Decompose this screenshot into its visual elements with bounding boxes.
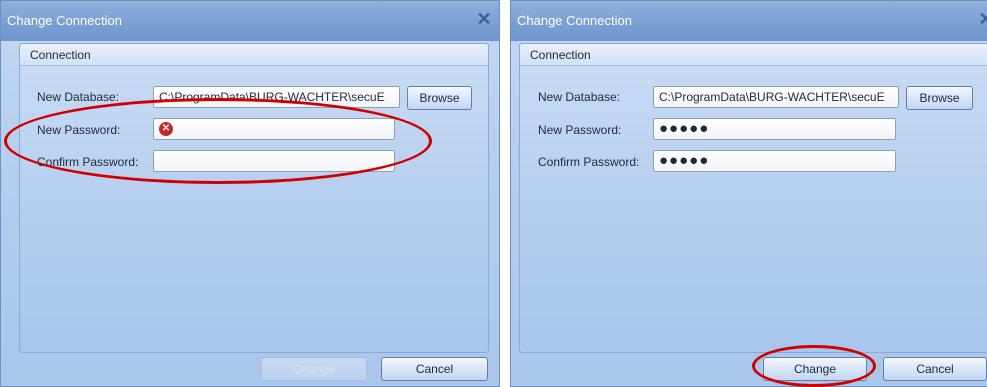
browse-button[interactable]: Browse [407,86,472,110]
window-title: Change Connection [7,13,122,28]
window-title: Change Connection [517,13,632,28]
confirm-password-field[interactable]: ●●●●● [653,150,896,172]
group-title: Connection [530,48,591,62]
browse-button[interactable]: Browse [906,86,973,110]
new-database-field[interactable]: C:\ProgramData\BURG-WACHTER\secuE [653,86,899,108]
title-bar[interactable]: Change Connection ✕ [511,1,987,41]
title-bar[interactable]: Change Connection ✕ [1,1,499,41]
new-database-label: New Database: [538,90,621,104]
change-button[interactable]: Change [261,357,367,381]
annotation-ellipse-password-fields [4,98,432,184]
change-connection-dialog-right: Change Connection ✕ Connection New Datab… [510,0,987,387]
cancel-button[interactable]: Cancel [883,357,987,381]
group-header: Connection [20,44,488,66]
change-connection-dialog-left: Change Connection ✕ Connection New Datab… [0,0,500,387]
group-header: Connection [520,44,987,66]
connection-group: Connection New Database: C:\ProgramData\… [19,43,489,353]
connection-group: Connection New Database: C:\ProgramData\… [519,43,987,353]
new-password-field[interactable]: ●●●●● [653,118,896,140]
new-database-label: New Database: [37,90,120,104]
close-icon[interactable]: ✕ [475,10,493,28]
confirm-password-label: Confirm Password: [538,155,640,169]
close-icon[interactable]: ✕ [977,10,987,28]
cancel-button[interactable]: Cancel [381,357,488,381]
group-title: Connection [30,48,91,62]
new-password-label: New Password: [538,123,622,137]
annotation-ellipse-change-button [752,345,876,387]
